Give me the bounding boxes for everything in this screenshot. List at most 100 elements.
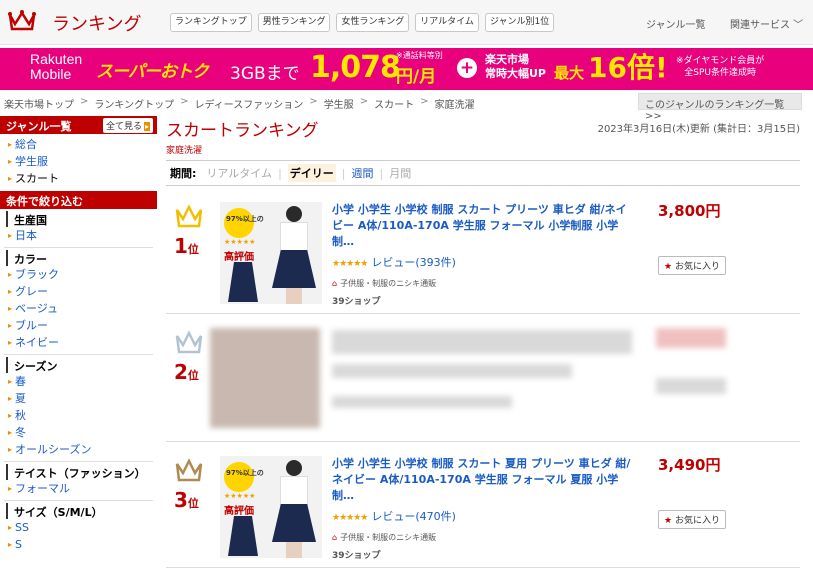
filter-black[interactable]: ブラック — [8, 266, 157, 283]
genre-list-header: ジャンル一覧 全て見る — [0, 116, 157, 134]
main-content: スカートランキング 家庭洗濯 2023年3月16日(木)更新 (集計日：3月15… — [166, 116, 800, 568]
nav-realtime[interactable]: リアルタイム — [415, 13, 479, 32]
period-monthly[interactable]: 月間 — [389, 165, 411, 181]
filter-gray[interactable]: グレー — [8, 283, 157, 300]
nav-men-ranking[interactable]: 男性ランキング — [257, 13, 331, 32]
crown-icon[interactable] — [8, 9, 36, 33]
blurred-button — [656, 378, 726, 394]
crown-icon — [175, 330, 203, 354]
rank-number: 2位 — [174, 360, 199, 384]
favorite-button[interactable]: ★ お気に入り — [658, 510, 726, 529]
promo-banner[interactable]: Rakuten Mobile スーパーおトク 3GBまで 1,078 ※通話料等… — [0, 48, 813, 90]
crumb-ranking-top[interactable]: ランキングトップ — [94, 96, 174, 111]
crown-icon — [175, 458, 203, 482]
genre-list: 総合 学生服 スカート — [0, 134, 157, 191]
product-image[interactable]: 97%以上の ★★★★★ 高評価 — [220, 202, 322, 304]
genre-item-skirt[interactable]: スカート — [8, 170, 157, 187]
product-name-link[interactable]: 小学 小学生 小学校 制服 スカート 夏用 プリーツ 車ヒダ 紺/ネイビー A体… — [332, 456, 632, 504]
period-weekly[interactable]: 週間 — [352, 165, 374, 181]
rank-number: 1位 — [174, 234, 199, 258]
crumb-sep: > — [420, 96, 429, 107]
banner-rakuten: 楽天市場 常時大幅UP — [485, 53, 546, 80]
filter-size-ss[interactable]: SS — [8, 519, 157, 536]
shop-link[interactable]: ⌂ 子供服・制服のニシキ通販 — [332, 278, 436, 289]
sidebar: ジャンル一覧 全て見る 総合 学生服 スカート 条件で絞り込む 生産国 日本 カ… — [0, 116, 157, 557]
banner-promo: スーパーおトク — [96, 62, 209, 82]
genre-item-all[interactable]: 総合 — [8, 136, 157, 153]
filter-section-taste: テイスト（ファッション） — [6, 464, 157, 480]
filter-japan[interactable]: 日本 — [8, 227, 157, 244]
filter-winter[interactable]: 冬 — [8, 424, 157, 441]
site-header: ランキング ランキングトップ 男性ランキング 女性ランキング リアルタイム ジャ… — [0, 0, 813, 45]
filter-autumn[interactable]: 秋 — [8, 407, 157, 424]
crumb-home-wash: 家庭洗濯 — [434, 100, 475, 111]
blurred-text — [332, 396, 512, 408]
star-icon: ★ — [664, 262, 673, 272]
shop-link[interactable]: ⌂ 子供服・制服のニシキ通販 — [332, 532, 436, 543]
banner-gb: 3GBまで — [230, 64, 300, 84]
nav-ranking-top[interactable]: ランキングトップ — [170, 13, 252, 32]
filter-beige[interactable]: ベージュ — [8, 300, 157, 317]
filter-size-s[interactable]: S — [8, 536, 157, 553]
house-icon: ⌂ — [332, 533, 338, 542]
house-icon: ⌂ — [332, 279, 338, 288]
ranking-item: 3位 97%以上の ★★★★★ 高評価 小学 小学生 小学校 制服 スカート 夏… — [166, 444, 800, 568]
filter-section-season: シーズン — [6, 357, 157, 373]
genre-item-school-uniform[interactable]: 学生服 — [8, 153, 157, 170]
nav-genre-first[interactable]: ジャンル別1位 — [484, 13, 555, 32]
filter-section-size: サイズ（S/M/L） — [6, 503, 157, 519]
genre-list-title: ジャンル一覧 — [6, 120, 72, 133]
filter-all-season[interactable]: オールシーズン — [8, 441, 157, 458]
blurred-image — [210, 328, 320, 428]
breadcrumb: 楽天市場トップ > ランキングトップ > レディースファッション > 学生服 >… — [4, 96, 474, 111]
crumb-skirt[interactable]: スカート — [374, 96, 414, 111]
filter-blue[interactable]: ブルー — [8, 317, 157, 334]
review-link[interactable]: ★★★★★ レビュー(393件) — [332, 254, 456, 270]
divider — [4, 500, 153, 501]
thumb-caption: 97%以上の — [226, 215, 264, 223]
related-services-menu[interactable]: 関連サービス ﹀ — [730, 16, 803, 31]
filter-list: 生産国 日本 カラー ブラック グレー ベージュ ブルー ネイビー シーズン 春… — [0, 209, 157, 557]
divider — [4, 354, 153, 355]
nav-women-ranking[interactable]: 女性ランキング — [336, 13, 410, 32]
star-icon: ★ — [664, 516, 673, 526]
filter-header: 条件で絞り込む — [0, 191, 157, 209]
banner-max: 最大 — [554, 64, 585, 82]
product-name-link[interactable]: 小学 小学生 小学校 制服 スカート プリーツ 車ヒダ 紺/ネイビー A体/11… — [332, 202, 632, 250]
crumb-sep: > — [180, 96, 189, 107]
crumb-school-uniform[interactable]: 学生服 — [324, 96, 354, 111]
shop39-badge: 39ショップ — [332, 551, 381, 561]
genre-ranking-list-button[interactable]: このジャンルのランキング一覧 >> — [638, 93, 802, 122]
ranking-item: 2位 — [166, 316, 800, 442]
favorite-button[interactable]: ★ お気に入り — [658, 256, 726, 275]
filter-section-country: 生産国 — [6, 211, 157, 227]
product-price: 3,490円 — [658, 456, 721, 474]
star-icon: ★★★★★ — [332, 513, 368, 523]
see-all-button[interactable]: 全て見る — [102, 118, 153, 133]
review-link[interactable]: ★★★★★ レビュー(470件) — [332, 508, 456, 524]
crumb-ladies[interactable]: レディースファッション — [194, 96, 303, 111]
site-title[interactable]: ランキング — [52, 10, 141, 36]
period-realtime[interactable]: リアルタイム — [206, 165, 272, 181]
crumb-sep: > — [309, 96, 318, 107]
banner-note: ※通話料等別 — [396, 51, 443, 60]
product-image[interactable]: 97%以上の ★★★★★ 高評価 — [220, 456, 322, 558]
genre-list-link[interactable]: ジャンル一覧 — [646, 16, 706, 31]
filter-formal[interactable]: フォーマル — [8, 480, 157, 497]
filter-summer[interactable]: 夏 — [8, 390, 157, 407]
period-daily[interactable]: デイリー — [287, 164, 336, 182]
period-sep: | — [379, 166, 384, 180]
product-price: 3,800円 — [658, 202, 721, 220]
thumb-highlight: 高評価 — [224, 252, 254, 263]
banner-unit: 円/月 — [396, 67, 437, 87]
blurred-price — [656, 328, 726, 348]
banner-diamond-note: ※ダイヤモンド会員が 全SPU条件達成時 — [676, 56, 765, 78]
blurred-text — [332, 364, 572, 378]
filter-spring[interactable]: 春 — [8, 373, 157, 390]
filter-navy[interactable]: ネイビー — [8, 334, 157, 351]
sub-genre-label: 家庭洗濯 — [166, 146, 203, 156]
shop39-badge: 39ショップ — [332, 297, 381, 307]
thumb-caption: 97%以上の — [226, 469, 264, 477]
thumb-highlight: 高評価 — [224, 506, 254, 517]
crumb-rakuten-top[interactable]: 楽天市場トップ — [4, 96, 74, 111]
